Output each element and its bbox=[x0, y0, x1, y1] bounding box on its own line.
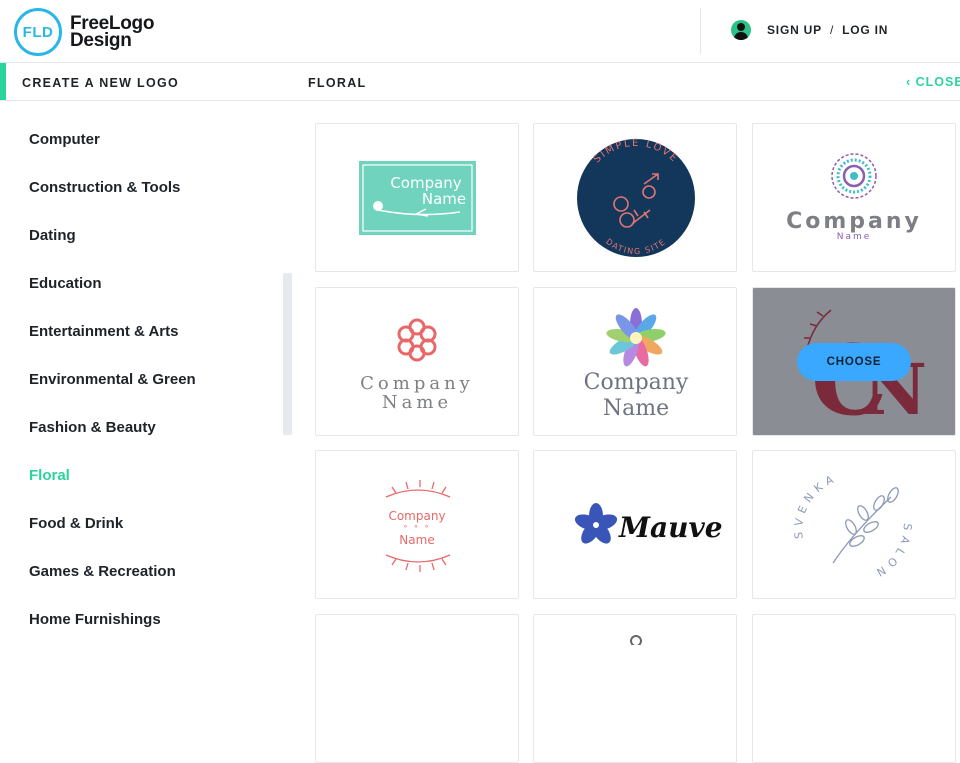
category-item-entertainment[interactable]: Entertainment & Arts bbox=[29, 323, 178, 340]
choose-button[interactable]: CHOOSE bbox=[797, 343, 911, 381]
logo-preview: Company Name bbox=[584, 308, 689, 421]
logo-preview: SVENKA SALON bbox=[792, 471, 914, 581]
category-item-education[interactable]: Education bbox=[29, 275, 102, 292]
logo-text-line2: Name bbox=[603, 396, 669, 421]
logo-card[interactable] bbox=[752, 614, 956, 763]
category-item-home[interactable]: Home Furnishings bbox=[29, 611, 161, 628]
logo-arc-top: SVENKA bbox=[792, 471, 835, 539]
close-button[interactable]: ‹ CLOSE bbox=[906, 75, 960, 89]
category-sidebar: Computer Construction & Tools Dating Edu… bbox=[0, 101, 300, 640]
category-item-food[interactable]: Food & Drink bbox=[29, 515, 123, 532]
logo-text-dots: ° ° ° bbox=[403, 524, 430, 533]
logo-text-line1: Company bbox=[360, 373, 474, 394]
logo-card[interactable]: Mauve bbox=[533, 450, 737, 599]
logo-arc-right: SALON bbox=[870, 523, 909, 581]
logo-wordmark: Mauve bbox=[618, 511, 723, 544]
svg-text:SALON: SALON bbox=[870, 523, 914, 581]
logo-text-line2: Name bbox=[382, 392, 452, 413]
logo-preview: Company ° ° ° Name bbox=[385, 480, 451, 572]
logo-preview bbox=[630, 635, 642, 645]
logo-card-hovered[interactable]: C N CHOOSE bbox=[752, 287, 956, 436]
logo-card[interactable]: Company Name bbox=[533, 287, 737, 436]
logo-preview: Company Name bbox=[359, 161, 476, 235]
category-item-fashion[interactable]: Fashion & Beauty bbox=[29, 419, 156, 436]
category-item-environmental[interactable]: Environmental & Green bbox=[29, 371, 196, 388]
logo-card[interactable] bbox=[315, 614, 519, 763]
logo-preview: Mauve bbox=[574, 503, 723, 544]
logo-text-line1: Company bbox=[786, 209, 922, 234]
current-category-title: FLORAL bbox=[308, 76, 367, 90]
login-link[interactable]: LOG IN bbox=[842, 23, 888, 37]
logo-preview: SIMPLE LOVE DATING SITE bbox=[577, 138, 695, 257]
chevron-left-icon: ‹ bbox=[906, 75, 916, 89]
close-label: CLOSE bbox=[915, 75, 960, 89]
logo-badge: FLD bbox=[14, 8, 62, 56]
category-item-games[interactable]: Games & Recreation bbox=[29, 563, 176, 580]
accent-bar bbox=[0, 63, 6, 100]
top-header: FLD FreeLogo Design SIGN UP / LOG IN bbox=[0, 0, 960, 63]
user-icon bbox=[731, 20, 751, 40]
svg-text:SVENKA: SVENKA bbox=[792, 471, 840, 539]
signup-link[interactable]: SIGN UP bbox=[767, 23, 822, 37]
create-logo-title: CREATE A NEW LOGO bbox=[22, 76, 180, 90]
logo-preview: Company Name bbox=[360, 318, 474, 413]
logo-preview: Company Name bbox=[786, 153, 922, 242]
header-divider bbox=[700, 8, 701, 54]
auth-separator: / bbox=[829, 23, 835, 37]
category-item-dating[interactable]: Dating bbox=[29, 227, 76, 244]
logo-card[interactable]: Company ° ° ° Name bbox=[315, 450, 519, 599]
auth-links: SIGN UP / LOG IN bbox=[767, 23, 888, 37]
logo-card[interactable]: Company Name bbox=[752, 123, 956, 272]
logo-text-line2: Name bbox=[837, 232, 872, 242]
logo-card[interactable]: Company Name bbox=[315, 123, 519, 272]
category-item-floral[interactable]: Floral bbox=[29, 467, 70, 484]
logo-wordmark: FreeLogo Design bbox=[70, 14, 154, 51]
logo-card[interactable]: SIMPLE LOVE DATING SITE bbox=[533, 123, 737, 272]
site-logo[interactable]: FLD FreeLogo Design bbox=[14, 8, 154, 56]
logo-card[interactable]: SVENKA SALON bbox=[752, 450, 956, 599]
logo-text-line2: Name bbox=[422, 190, 466, 208]
logo-text-line2: Name bbox=[399, 533, 434, 547]
logo-card[interactable] bbox=[533, 614, 737, 763]
category-item-construction[interactable]: Construction & Tools bbox=[29, 179, 180, 196]
logo-line2: Design bbox=[70, 30, 132, 51]
sidebar-scrollbar[interactable] bbox=[283, 273, 292, 435]
subheader-bar: CREATE A NEW LOGO FLORAL ‹ CLOSE bbox=[0, 63, 960, 101]
logo-text-line1: Company bbox=[388, 509, 445, 523]
category-item-computer[interactable]: Computer bbox=[29, 131, 100, 148]
logo-card[interactable]: Company Name bbox=[315, 287, 519, 436]
logo-text-line1: Company bbox=[584, 370, 689, 395]
